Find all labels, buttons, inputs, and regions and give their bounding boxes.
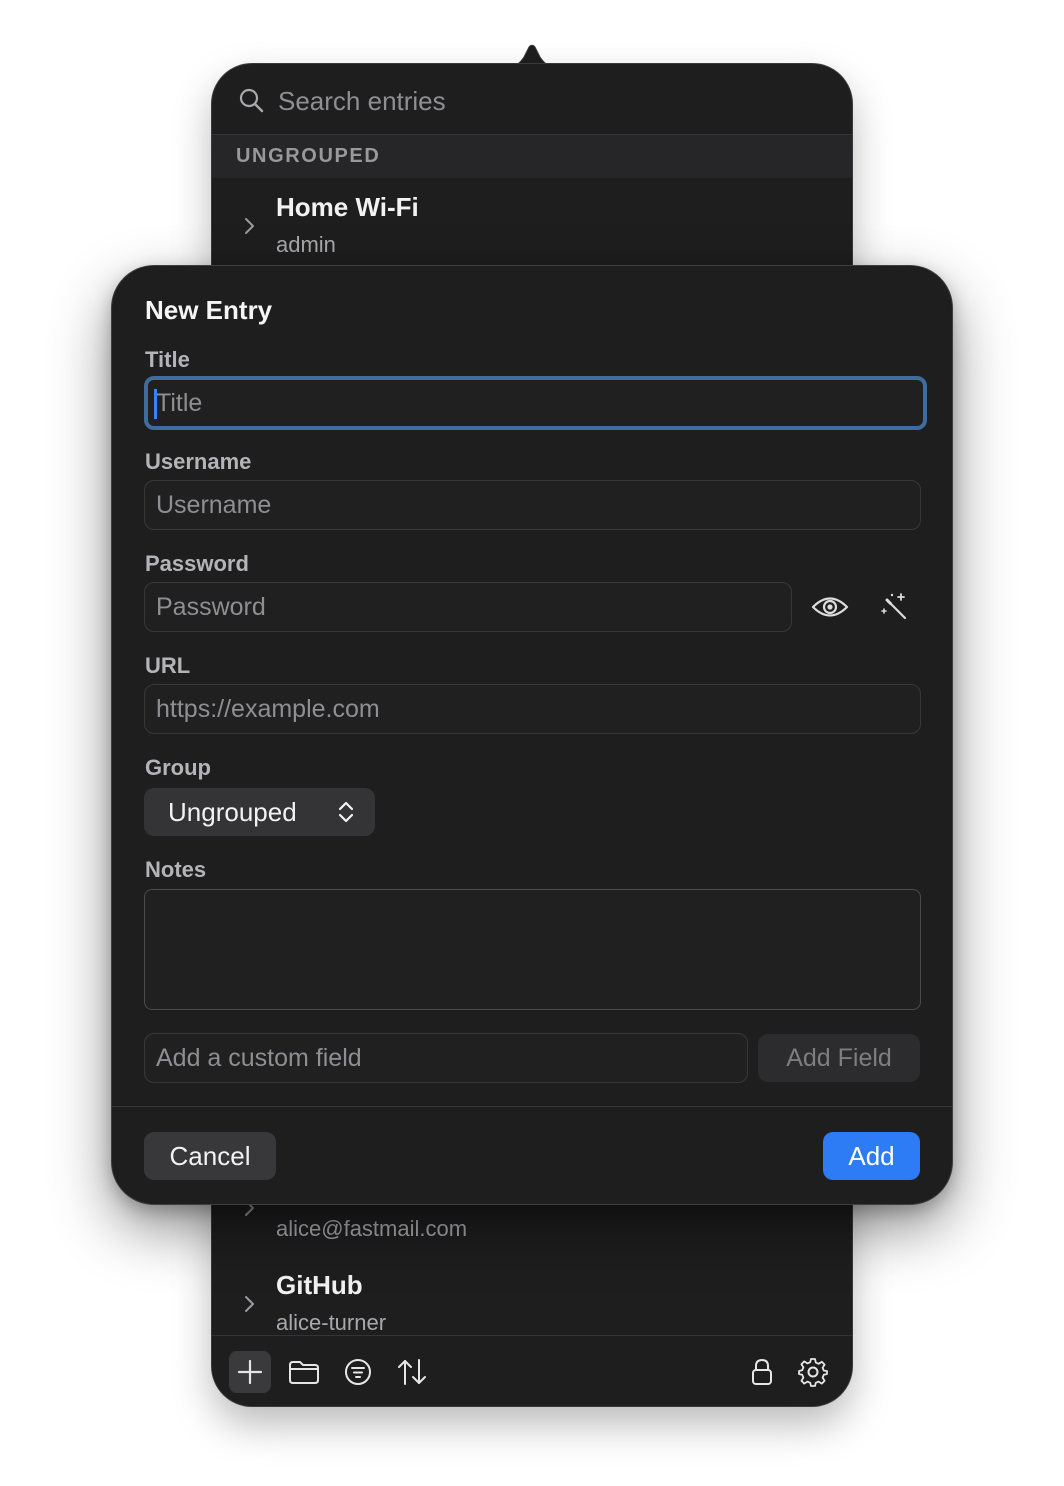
folder-icon: [289, 1361, 319, 1384]
sort-icon: [398, 1359, 426, 1385]
sort-button[interactable]: [391, 1351, 433, 1393]
add-field-button[interactable]: Add Field: [758, 1034, 920, 1082]
generate-password-button[interactable]: [872, 585, 916, 629]
url-label: URL: [145, 653, 191, 678]
filter-button[interactable]: [337, 1351, 379, 1393]
password-label: Password: [145, 551, 249, 576]
filter-icon: [345, 1359, 371, 1385]
cancel-button[interactable]: Cancel: [144, 1132, 276, 1180]
title-label: Title: [145, 347, 190, 372]
title-field[interactable]: [144, 376, 927, 430]
notes-label: Notes: [145, 857, 207, 882]
divider: [112, 1106, 952, 1107]
entry-username: admin: [276, 232, 336, 257]
entry-username: alice-turner: [276, 1310, 387, 1335]
search-input[interactable]: [276, 82, 820, 120]
entry-username: alice@fastmail.com: [276, 1216, 468, 1241]
new-group-button[interactable]: [283, 1351, 325, 1393]
url-field[interactable]: [144, 684, 921, 734]
lock-icon: [752, 1358, 772, 1385]
group-label: Group: [145, 755, 211, 780]
search-bar: [212, 64, 852, 135]
password-field[interactable]: [144, 582, 792, 632]
stage: UNGROUPED Home Wi-Fi admin alice@fastmai…: [0, 0, 1064, 1486]
list-item[interactable]: Home Wi-Fi admin: [212, 188, 852, 268]
add-entry-button[interactable]: [229, 1351, 271, 1393]
magic-wand-icon: [881, 593, 907, 620]
username-field[interactable]: [144, 480, 921, 530]
gear-icon: [798, 1358, 828, 1387]
custom-field-input[interactable]: [144, 1033, 748, 1083]
entry-title: GitHub: [276, 1270, 363, 1300]
chevron-right-icon[interactable]: [242, 214, 258, 238]
group-header-label: UNGROUPED: [236, 145, 381, 167]
group-header: UNGROUPED: [212, 135, 852, 178]
entry-title: Home Wi-Fi: [276, 192, 419, 222]
text-caret: [154, 389, 157, 419]
add-button[interactable]: Add: [823, 1132, 920, 1180]
search-icon: [239, 88, 264, 113]
plus-icon: [237, 1359, 263, 1385]
bottom-toolbar: [212, 1335, 852, 1406]
sheet-title: New Entry: [145, 295, 273, 325]
group-select[interactable]: Ungrouped: [144, 788, 375, 836]
new-entry-sheet: New Entry Title Username Password URL: [112, 266, 952, 1204]
lock-button[interactable]: [741, 1351, 783, 1393]
notes-field[interactable]: [144, 889, 921, 1010]
eye-icon: [811, 597, 849, 617]
username-label: Username: [145, 449, 252, 474]
settings-button[interactable]: [792, 1351, 834, 1393]
reveal-password-button[interactable]: [808, 585, 852, 629]
chevron-right-icon[interactable]: [242, 1292, 258, 1316]
group-select-value: Ungrouped: [168, 797, 297, 827]
chevron-up-down-icon: [338, 801, 354, 823]
list-item[interactable]: GitHub alice-turner: [212, 1266, 852, 1346]
